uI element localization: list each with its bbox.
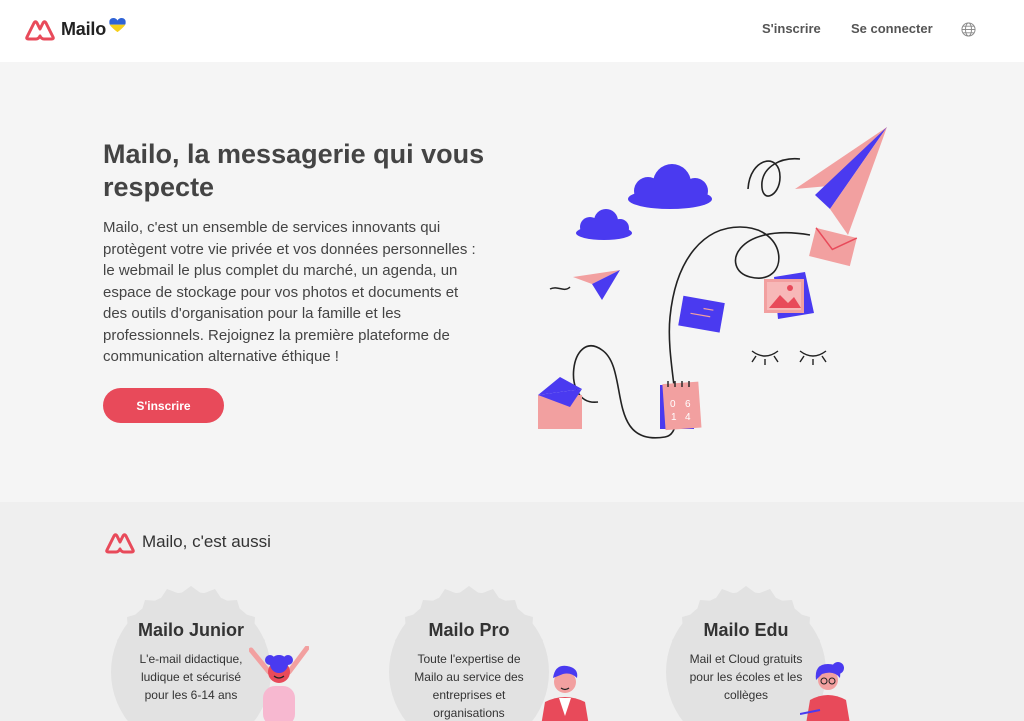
calendar-digit: 1 — [671, 412, 677, 423]
card-mailo-edu[interactable]: Mailo Edu Mail et Cloud gratuits pour le… — [660, 582, 850, 721]
hero-section: Mailo, la messagerie qui vous respecte M… — [0, 62, 1024, 502]
logo-text: Mailo — [61, 18, 107, 39]
paper-plane-icon — [795, 127, 887, 235]
photo-icon — [764, 272, 814, 319]
cloud-icon — [628, 164, 712, 209]
calendar-digit: 4 — [685, 412, 691, 423]
card-title: Mailo Pro — [428, 620, 510, 640]
teacher-illustration — [800, 662, 850, 721]
card-description: Mail et Cloud gratuits pour les écoles e… — [689, 652, 803, 702]
hero-title: Mailo, la messagerie qui vous respecte — [103, 139, 485, 202]
card-mailo-pro[interactable]: Mailo Pro Toute l'expertise de Mailo au … — [383, 582, 589, 721]
hero-description: Mailo, c'est un ensemble de services inn… — [103, 219, 476, 365]
child-illustration — [249, 646, 309, 721]
section-header: Mailo, c'est aussi — [104, 530, 271, 554]
section-title: Mailo, c'est aussi — [142, 532, 271, 551]
calendar-digit: 6 — [685, 399, 691, 410]
home-logo-link[interactable]: Mailo — [24, 17, 126, 41]
eyes-icon — [751, 350, 827, 365]
mailo-logo-icon — [105, 533, 135, 554]
hero-signup-button[interactable]: S'inscrire — [103, 388, 224, 423]
nav-signup-link[interactable]: S'inscrire — [762, 21, 821, 36]
mailo-logo-icon — [25, 20, 55, 41]
calendar-icon: 0 6 1 4 — [660, 381, 702, 431]
envelope-icon — [678, 295, 725, 333]
professional-illustration — [541, 665, 589, 721]
card-title: Mailo Junior — [137, 620, 244, 640]
calendar-digit: 0 — [670, 399, 676, 410]
nav-login-link[interactable]: Se connecter — [851, 21, 933, 36]
card-description: Toute l'expertise de Mailo au service de… — [414, 652, 524, 720]
paper-plane-icon — [573, 270, 620, 300]
globe-icon[interactable] — [961, 22, 976, 37]
hero-illustration: 0 6 1 4 — [538, 127, 887, 439]
site-header: Mailo S'inscrire Se connecter — [0, 0, 1024, 62]
ukraine-heart-icon — [109, 17, 126, 32]
card-description: L'e-mail didactique, ludique et sécurisé… — [139, 652, 243, 702]
cloud-icon — [576, 209, 632, 240]
services-section: Mailo, c'est aussi Mailo Junior L'e-mail… — [0, 502, 1024, 721]
card-title: Mailo Edu — [703, 620, 789, 640]
envelope-icon — [809, 227, 858, 267]
card-mailo-junior[interactable]: Mailo Junior L'e-mail didactique, ludiqu… — [105, 582, 309, 721]
